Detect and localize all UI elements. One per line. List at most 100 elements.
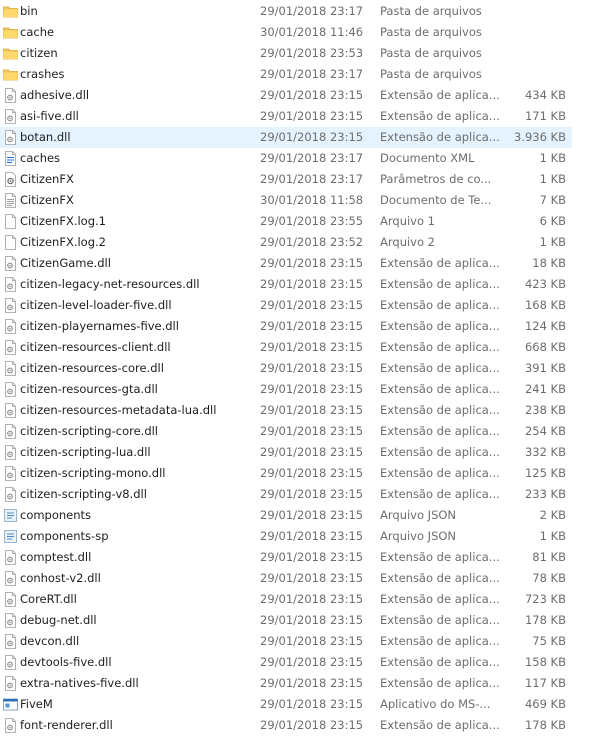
file-type: Parâmetros de co... bbox=[380, 172, 492, 186]
file-row[interactable]: botan.dll 29/01/2018 23:15 Extensão de a… bbox=[0, 127, 572, 148]
file-date-modified: 29/01/2018 23:15 bbox=[260, 256, 364, 270]
file-row[interactable]: citizen-resources-metadata-lua.dll 29/01… bbox=[0, 400, 572, 421]
dll-icon bbox=[3, 634, 18, 649]
file-row[interactable]: citizen-resources-core.dll 29/01/2018 23… bbox=[0, 358, 572, 379]
file-type: Arquivo 1 bbox=[380, 214, 435, 228]
file-size: 469 KB bbox=[524, 697, 566, 711]
file-row[interactable]: citizen-resources-gta.dll 29/01/2018 23:… bbox=[0, 379, 572, 400]
file-row[interactable]: CoreRT.dll 29/01/2018 23:15 Extensão de … bbox=[0, 589, 572, 610]
file-size: 423 KB bbox=[524, 277, 566, 291]
file-row[interactable]: crashes 29/01/2018 23:17 Pasta de arquiv… bbox=[0, 64, 572, 85]
file-row[interactable]: citizen-scripting-lua.dll 29/01/2018 23:… bbox=[0, 442, 572, 463]
file-row[interactable]: CitizenGame.dll 29/01/2018 23:15 Extensã… bbox=[0, 253, 572, 274]
file-row[interactable]: adhesive.dll 29/01/2018 23:15 Extensão d… bbox=[0, 85, 572, 106]
file-name: citizen-resources-metadata-lua.dll bbox=[20, 403, 217, 417]
file-size: 1 KB bbox=[539, 172, 566, 186]
file-name: components-sp bbox=[20, 529, 109, 543]
file-row[interactable]: bin 29/01/2018 23:17 Pasta de arquivos bbox=[0, 1, 572, 22]
file-size: 125 KB bbox=[524, 466, 566, 480]
file-row[interactable]: asi-five.dll 29/01/2018 23:15 Extensão d… bbox=[0, 106, 572, 127]
file-name: CitizenFX.log.1 bbox=[20, 214, 106, 228]
file-type: Extensão de aplica... bbox=[380, 130, 500, 144]
file-date-modified: 29/01/2018 23:15 bbox=[260, 550, 364, 564]
file-row[interactable]: debug-net.dll 29/01/2018 23:15 Extensão … bbox=[0, 610, 572, 631]
file-name: extra-natives-five.dll bbox=[20, 676, 139, 690]
dll-icon bbox=[3, 466, 18, 481]
file-name: CitizenFX bbox=[20, 193, 74, 207]
file-row[interactable]: components-sp 29/01/2018 23:15 Arquivo J… bbox=[0, 526, 572, 547]
file-date-modified: 29/01/2018 23:15 bbox=[260, 403, 364, 417]
file-size: 117 KB bbox=[524, 676, 566, 690]
file-name: citizen-resources-client.dll bbox=[20, 340, 171, 354]
file-type: Extensão de aplica... bbox=[380, 298, 500, 312]
dll-icon bbox=[3, 613, 18, 628]
dll-icon bbox=[3, 550, 18, 565]
file-name: citizen-scripting-lua.dll bbox=[20, 445, 151, 459]
file-row[interactable]: citizen-scripting-core.dll 29/01/2018 23… bbox=[0, 421, 572, 442]
file-name: citizen-legacy-net-resources.dll bbox=[20, 277, 200, 291]
file-name: citizen-resources-core.dll bbox=[20, 361, 164, 375]
file-row[interactable]: components 29/01/2018 23:15 Arquivo JSON… bbox=[0, 505, 572, 526]
file-type: Extensão de aplica... bbox=[380, 487, 500, 501]
file-row[interactable]: citizen-playernames-five.dll 29/01/2018 … bbox=[0, 316, 572, 337]
file-row[interactable]: citizen-level-loader-five.dll 29/01/2018… bbox=[0, 295, 572, 316]
dll-icon bbox=[3, 655, 18, 670]
file-type: Extensão de aplica... bbox=[380, 571, 500, 585]
file-date-modified: 29/01/2018 23:15 bbox=[260, 424, 364, 438]
file-type: Aplicativo do MS-... bbox=[380, 697, 491, 711]
file-row[interactable]: font-renderer.dll 29/01/2018 23:15 Exten… bbox=[0, 715, 572, 736]
file-name: citizen bbox=[20, 46, 58, 60]
file-size: 78 KB bbox=[532, 571, 566, 585]
file-row[interactable]: citizen-scripting-v8.dll 29/01/2018 23:1… bbox=[0, 484, 572, 505]
file-row[interactable]: citizen-scripting-mono.dll 29/01/2018 23… bbox=[0, 463, 572, 484]
file-row[interactable]: citizen-legacy-net-resources.dll 29/01/2… bbox=[0, 274, 572, 295]
dll-icon bbox=[3, 298, 18, 313]
file-size: 75 KB bbox=[532, 634, 566, 648]
file-row[interactable]: cache 30/01/2018 11:46 Pasta de arquivos bbox=[0, 22, 572, 43]
file-type: Extensão de aplica... bbox=[380, 550, 500, 564]
file-row[interactable]: comptest.dll 29/01/2018 23:15 Extensão d… bbox=[0, 547, 572, 568]
file-row[interactable]: CitizenFX 30/01/2018 11:58 Documento de … bbox=[0, 190, 572, 211]
file-size: 124 KB bbox=[524, 319, 566, 333]
file-type: Extensão de aplica... bbox=[380, 277, 500, 291]
file-name: botan.dll bbox=[20, 130, 71, 144]
file-name: CoreRT.dll bbox=[20, 592, 77, 606]
file-row[interactable]: FiveM 29/01/2018 23:15 Aplicativo do MS-… bbox=[0, 694, 572, 715]
file-date-modified: 29/01/2018 23:15 bbox=[260, 571, 364, 585]
file-row[interactable]: caches 29/01/2018 23:17 Documento XML 1 … bbox=[0, 148, 572, 169]
file-row[interactable]: citizen 29/01/2018 23:53 Pasta de arquiv… bbox=[0, 43, 572, 64]
file-type: Extensão de aplica... bbox=[380, 466, 500, 480]
file-row[interactable]: citizen-resources-client.dll 29/01/2018 … bbox=[0, 337, 572, 358]
file-type: Extensão de aplica... bbox=[380, 256, 500, 270]
file-row[interactable]: conhost-v2.dll 29/01/2018 23:15 Extensão… bbox=[0, 568, 572, 589]
file-date-modified: 29/01/2018 23:15 bbox=[260, 634, 364, 648]
file-name: CitizenGame.dll bbox=[20, 256, 111, 270]
file-type: Documento XML bbox=[380, 151, 475, 165]
file-size: 7 KB bbox=[539, 193, 566, 207]
file-icon bbox=[3, 214, 18, 229]
file-row[interactable]: CitizenFX 29/01/2018 23:17 Parâmetros de… bbox=[0, 169, 572, 190]
file-type: Extensão de aplica... bbox=[380, 319, 500, 333]
file-size: 668 KB bbox=[524, 340, 566, 354]
file-date-modified: 29/01/2018 23:15 bbox=[260, 487, 364, 501]
file-type: Extensão de aplica... bbox=[380, 340, 500, 354]
file-row[interactable]: devcon.dll 29/01/2018 23:15 Extensão de … bbox=[0, 631, 572, 652]
file-type: Pasta de arquivos bbox=[380, 67, 482, 81]
folder-icon bbox=[3, 25, 18, 40]
file-row[interactable]: extra-natives-five.dll 29/01/2018 23:15 … bbox=[0, 673, 572, 694]
file-type: Extensão de aplica... bbox=[380, 718, 500, 732]
file-size: 178 KB bbox=[524, 718, 566, 732]
config-file-icon bbox=[3, 172, 18, 187]
file-type: Extensão de aplica... bbox=[380, 676, 500, 690]
file-date-modified: 29/01/2018 23:15 bbox=[260, 298, 364, 312]
file-name: conhost-v2.dll bbox=[20, 571, 101, 585]
file-row[interactable]: CitizenFX.log.2 29/01/2018 23:52 Arquivo… bbox=[0, 232, 572, 253]
file-name: devcon.dll bbox=[20, 634, 80, 648]
file-date-modified: 29/01/2018 23:15 bbox=[260, 361, 364, 375]
dll-icon bbox=[3, 88, 18, 103]
file-row[interactable]: CitizenFX.log.1 29/01/2018 23:55 Arquivo… bbox=[0, 211, 572, 232]
file-size: 434 KB bbox=[524, 88, 566, 102]
dll-icon bbox=[3, 109, 18, 124]
file-type: Pasta de arquivos bbox=[380, 25, 482, 39]
file-row[interactable]: devtools-five.dll 29/01/2018 23:15 Exten… bbox=[0, 652, 572, 673]
